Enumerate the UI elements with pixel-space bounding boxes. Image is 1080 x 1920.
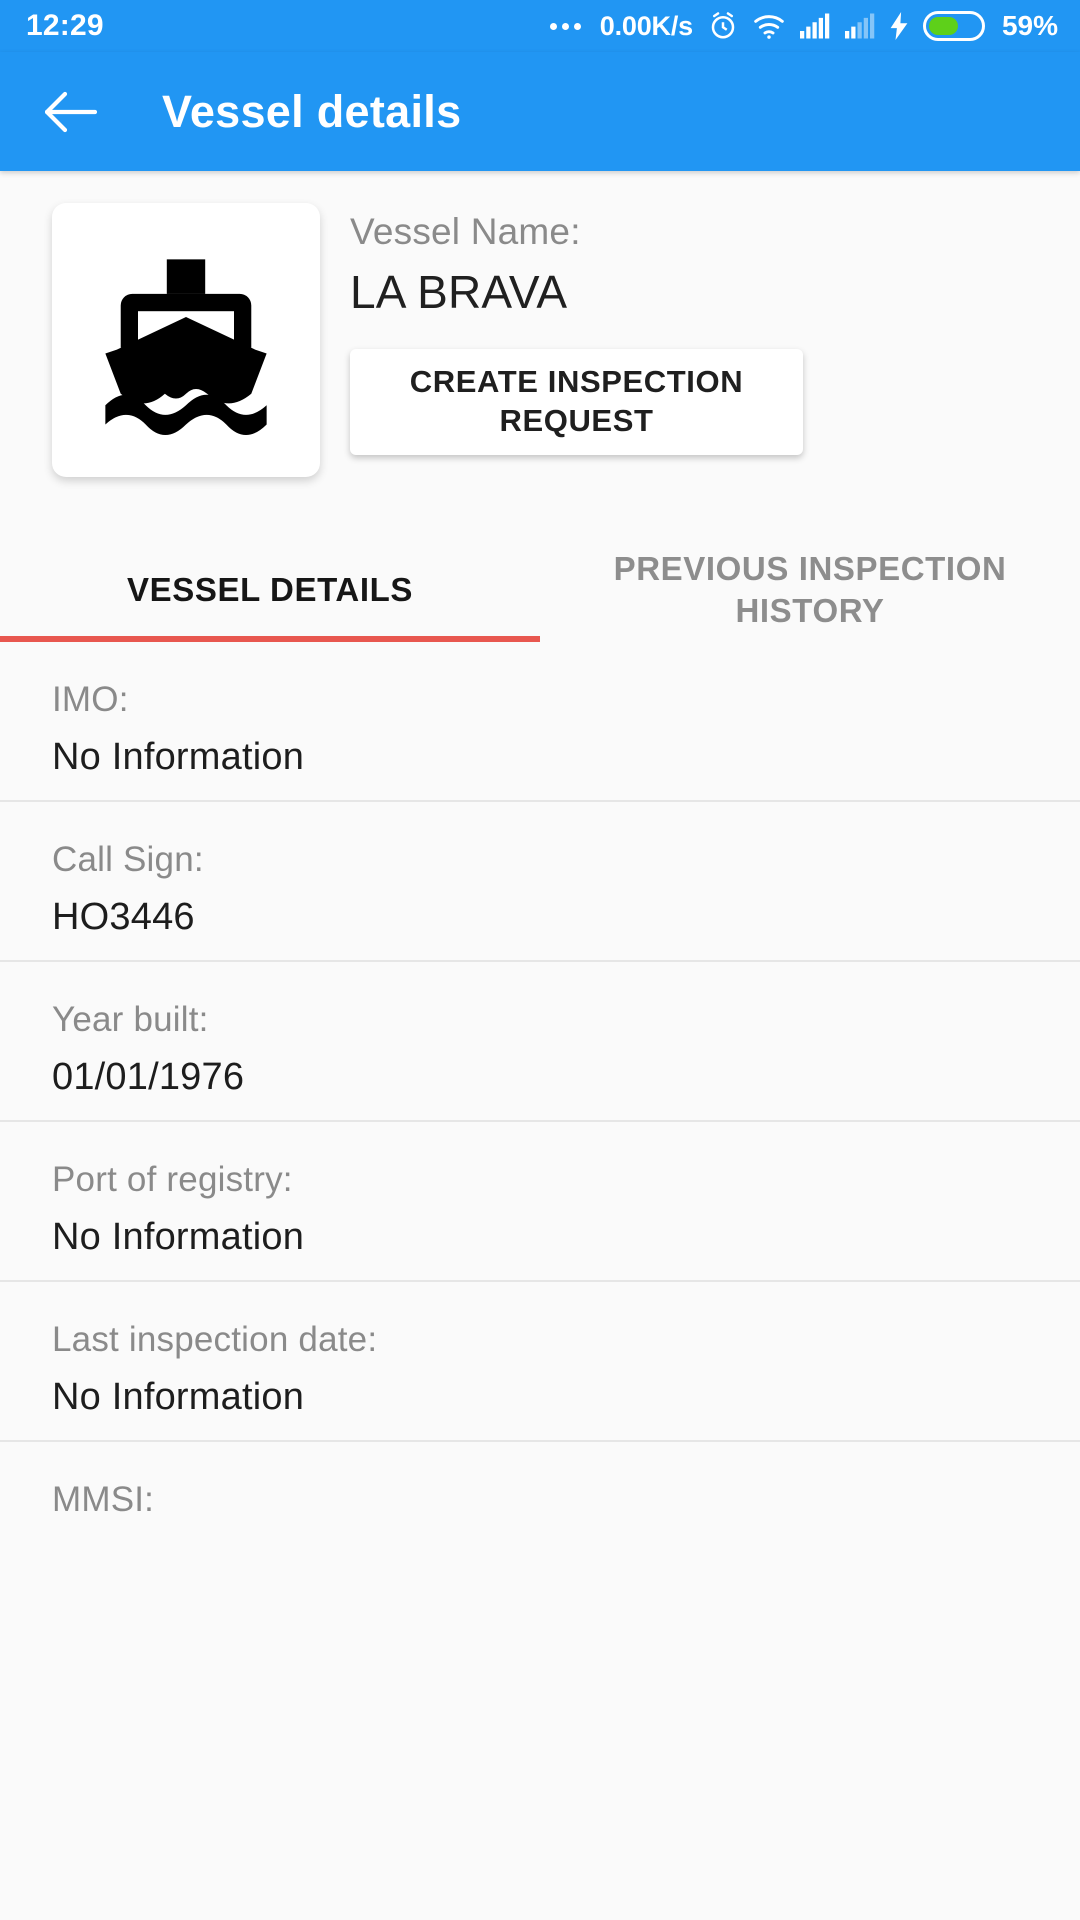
ship-icon (105, 259, 267, 436)
signal-icon (799, 13, 830, 39)
status-bar-clock: 12:29 (26, 9, 104, 42)
app-bar: Vessel details (0, 52, 1080, 171)
detail-label: Call Sign: (52, 840, 204, 879)
tab-previous-inspection-history[interactable]: PREVIOUS INSPECTION HISTORY (540, 537, 1080, 642)
vessel-header-info: Vessel Name: LA BRAVA CREATE INSPECTION … (350, 203, 1080, 477)
detail-value: 01/01/1976 (52, 1056, 245, 1098)
detail-label: Year built: (52, 1000, 209, 1039)
network-speed-text: 0.00K/s (599, 10, 693, 41)
detail-value: HO3446 (52, 896, 195, 938)
page-title: Vessel details (162, 85, 462, 137)
detail-row-port-of-registry: Port of registry: No Information (0, 1122, 1080, 1282)
tab-active-indicator (0, 636, 540, 642)
signal-icon-2 (844, 13, 875, 39)
tab-vessel-details-label: VESSEL DETAILS (127, 570, 413, 608)
vessel-header: Vessel Name: LA BRAVA CREATE INSPECTION … (0, 171, 1080, 477)
detail-label: Last inspection date: (52, 1320, 378, 1359)
create-inspection-request-button[interactable]: CREATE INSPECTION REQUEST (350, 349, 803, 455)
vessel-icon-card (52, 203, 320, 477)
more-dots-icon (549, 22, 581, 30)
detail-label: IMO: (52, 680, 129, 719)
battery-icon (922, 11, 985, 41)
alarm-icon (708, 11, 738, 41)
charging-bolt-icon (890, 12, 908, 40)
vessel-details-list: IMO: No Information Call Sign: HO3446 Ye… (0, 642, 1080, 1602)
detail-row-year-built: Year built: 01/01/1976 (0, 962, 1080, 1122)
status-bar: 12:29 0.00K/s 59% (0, 0, 1080, 52)
vessel-name-label: Vessel Name: (350, 211, 581, 252)
tab-bar: VESSEL DETAILS PREVIOUS INSPECTION HISTO… (0, 537, 1080, 642)
tab-vessel-details[interactable]: VESSEL DETAILS (0, 537, 540, 642)
battery-fill (928, 17, 959, 35)
vessel-name-value: LA BRAVA (350, 266, 568, 318)
wifi-icon (753, 12, 785, 40)
detail-value: No Information (52, 1376, 305, 1418)
back-arrow-icon (45, 91, 97, 132)
detail-label: MMSI: (52, 1480, 155, 1519)
detail-row-call-sign: Call Sign: HO3446 (0, 802, 1080, 962)
page-content: Vessel Name: LA BRAVA CREATE INSPECTION … (0, 171, 1080, 1920)
detail-row-last-inspection-date: Last inspection date: No Information (0, 1282, 1080, 1442)
detail-row-mmsi: MMSI: (0, 1442, 1080, 1602)
tab-previous-inspection-history-label: PREVIOUS INSPECTION HISTORY (613, 550, 1007, 629)
detail-value: No Information (52, 736, 305, 778)
status-bar-icons: 0.00K/s 59% (549, 10, 1058, 42)
battery-percent-text: 59% (1001, 10, 1058, 41)
detail-label: Port of registry: (52, 1160, 293, 1199)
detail-row-imo: IMO: No Information (0, 642, 1080, 802)
detail-value: No Information (52, 1216, 305, 1258)
back-button[interactable] (40, 81, 102, 143)
